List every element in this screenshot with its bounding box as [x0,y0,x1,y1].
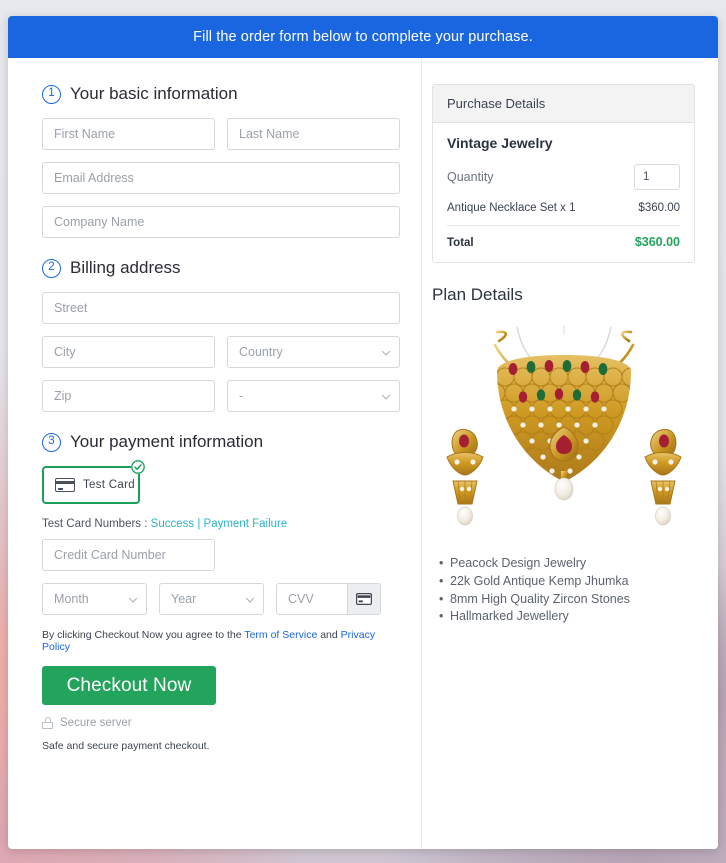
total-price: $360.00 [634,235,680,249]
quantity-row: Quantity [447,164,680,190]
terms-conjunction: and [320,629,338,641]
month-select-wrapper [42,583,147,615]
country-select[interactable] [227,336,400,368]
purchase-details-header: Purchase Details [433,85,694,123]
order-form: 1 Your basic information 2 Billing addre… [8,58,422,849]
product-name: Vintage Jewelry [447,135,553,151]
terms-of-service-link[interactable]: Term of Service [244,629,317,641]
test-card-label: Test Card [83,479,135,491]
line-item-row: Antique Necklace Set x 1 $360.00 [447,202,680,226]
step-heading-basic-information: 1 Your basic information [42,84,401,104]
step-title: Your basic information [70,84,238,103]
test-card-numbers-line: Test Card Numbers : Success | Payment Fa… [42,518,401,530]
step-number-badge: 3 [42,432,61,452]
country-select-wrapper [227,336,400,368]
zip-state-row [42,380,401,412]
lock-icon [42,717,53,729]
first-name-input[interactable] [42,118,215,150]
checkout-now-button[interactable]: Checkout Now [42,666,216,705]
last-name-input[interactable] [227,118,400,150]
checkout-card: Fill the order form below to complete yo… [8,16,718,849]
test-card-numbers-label: Test Card Numbers : [42,518,148,530]
quantity-input[interactable] [634,164,680,190]
expiry-month-select[interactable] [42,583,147,615]
expiry-year-select[interactable] [159,583,264,615]
product-image [432,317,695,545]
plan-details-title: Plan Details [432,285,523,304]
credit-card-number-input[interactable] [42,539,215,571]
city-input[interactable] [42,336,215,368]
email-input[interactable] [42,162,400,194]
city-country-row [42,336,401,368]
necklace-set-illustration [445,324,682,525]
line-item-price: $360.00 [638,202,680,214]
cvv-field-group [276,583,381,615]
credit-card-icon [55,478,75,492]
safe-checkout-note: Safe and secure payment checkout. [42,740,210,752]
list-item: 8mm High Quality Zircon Stones [439,591,695,609]
list-item: Peacock Design Jewelry [439,555,695,573]
step-title: Your payment information [70,432,264,451]
company-row [42,206,401,238]
cvv-input[interactable] [277,584,347,614]
total-label: Total [447,237,474,249]
cvv-card-icon [347,584,380,614]
step-heading-billing-address: 2 Billing address [42,258,401,278]
line-item-label: Antique Necklace Set x 1 [447,202,576,214]
test-card-failure-link[interactable]: Payment Failure [204,518,288,530]
terms-prefix: By clicking Checkout Now you agree to th… [42,629,242,641]
banner-message: Fill the order form below to complete yo… [193,29,533,45]
secure-server-label: Secure server [60,717,132,729]
zip-input[interactable] [42,380,215,412]
purchase-details-panel: Purchase Details Vintage Jewelry Quantit… [432,84,695,263]
test-card-success-link[interactable]: Success [151,518,194,530]
year-select-wrapper [159,583,264,615]
quantity-label: Quantity [447,170,494,184]
step-title: Billing address [70,258,181,277]
selected-check-icon [131,460,145,474]
link-separator: | [197,518,201,530]
order-summary: Purchase Details Vintage Jewelry Quantit… [422,58,717,849]
state-select-wrapper [227,380,400,412]
product-feature-list: Peacock Design Jewelry 22k Gold Antique … [432,555,695,626]
street-row [42,292,401,324]
terms-text: By clicking Checkout Now you agree to th… [42,629,401,653]
test-card-option[interactable]: Test Card [42,460,145,504]
step-number-badge: 1 [42,84,61,104]
step-number-badge: 2 [42,258,61,278]
list-item: Hallmarked Jewellery [439,608,695,626]
purchase-details-body: Vintage Jewelry Quantity Antique Necklac… [433,123,694,262]
page-banner: Fill the order form below to complete yo… [8,16,718,58]
name-row [42,118,401,150]
step-heading-payment-information: 3 Your payment information [42,432,401,452]
list-item: 22k Gold Antique Kemp Jhumka [439,573,695,591]
email-row [42,162,401,194]
secure-server-row: Secure server [42,717,401,729]
street-input[interactable] [42,292,400,324]
state-select[interactable] [227,380,400,412]
card-number-row [42,539,401,571]
expiry-cvv-row [42,583,401,615]
company-name-input[interactable] [42,206,400,238]
total-row: Total $360.00 [447,235,680,249]
